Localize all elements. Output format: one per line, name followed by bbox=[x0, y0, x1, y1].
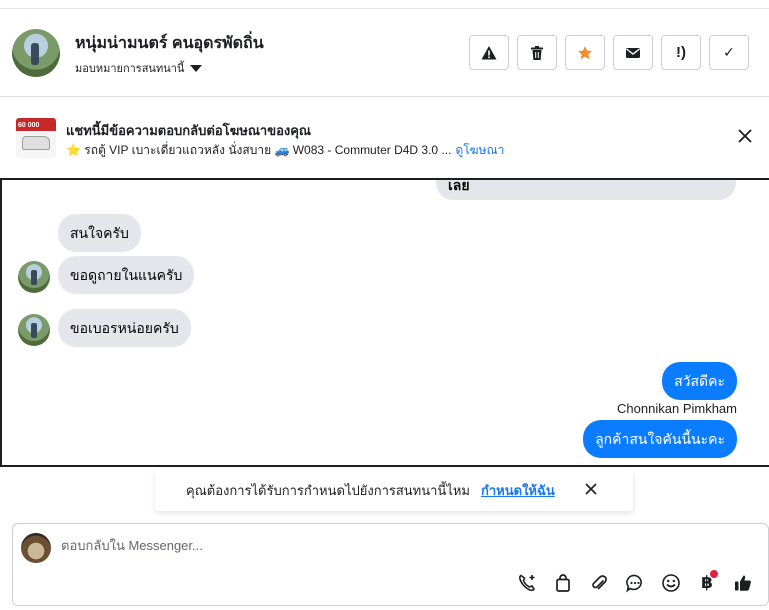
star-button[interactable] bbox=[565, 35, 605, 70]
ad-reply-banner: 60 000 แชทนี้มีข้อความตอบกลับต่อโฆษณาของ… bbox=[0, 98, 769, 176]
assign-prompt: คุณต้องการได้รับการกำหนดไปยังการสนทนานี้… bbox=[155, 469, 633, 511]
saved-replies-button[interactable] bbox=[622, 570, 648, 596]
message-bubble-incoming: ขอดูถายในแนครับ bbox=[58, 256, 195, 294]
mark-unread-button[interactable] bbox=[613, 35, 653, 70]
attachment-icon bbox=[592, 575, 607, 590]
view-ad-link[interactable]: ดูโฆษณา bbox=[455, 143, 504, 157]
ad-description: ⭐ รถตู้ VIP เบาะเดี่ยวแถวหลัง นั่งสบาย 🚙… bbox=[66, 143, 452, 157]
assign-dropdown[interactable]: มอบหมายการสนทนานี้ bbox=[75, 59, 203, 77]
follow-up-icon: !) bbox=[676, 44, 686, 61]
shop-button[interactable] bbox=[550, 570, 576, 596]
delete-button[interactable] bbox=[517, 35, 557, 70]
message-bubble-partial: เลย bbox=[436, 180, 736, 200]
emoji-button[interactable] bbox=[658, 570, 684, 596]
ad-thumbnail[interactable]: 60 000 bbox=[16, 118, 56, 158]
contact-name[interactable]: หนุ่มน่ามนตร์ คนอุดรพัดถิ่น bbox=[75, 31, 264, 56]
van-image bbox=[22, 136, 50, 150]
close-icon[interactable] bbox=[583, 481, 599, 497]
sender-name: Chonnikan Pimkham bbox=[617, 401, 737, 416]
message-thread[interactable]: เลย สนใจครับ ขอดูถายในแนครับ ขอเบอรหน่อย… bbox=[0, 178, 769, 467]
saved-replies-icon bbox=[626, 574, 642, 593]
message-bubble-outgoing: ลูกค้าสนใจคันนี้นะคะ bbox=[583, 420, 737, 458]
contact-avatar-small bbox=[18, 261, 50, 293]
reply-composer: ฿ bbox=[12, 523, 769, 606]
like-button[interactable] bbox=[730, 570, 756, 596]
mail-icon bbox=[626, 47, 640, 58]
check-icon: ✓ bbox=[723, 44, 735, 60]
ad-thumb-price: 60 000 bbox=[18, 122, 40, 129]
contact-avatar-small bbox=[18, 314, 50, 346]
trash-icon bbox=[531, 45, 543, 60]
ad-banner-subtitle: ⭐ รถตู้ VIP เบาะเดี่ยวแถวหลัง นั่งสบาย 🚙… bbox=[66, 141, 504, 160]
notification-dot bbox=[710, 570, 718, 578]
close-icon[interactable] bbox=[737, 128, 753, 144]
page-avatar bbox=[21, 533, 51, 563]
conversation-header: หนุ่มน่ามนตร์ คนอุดรพัดถิ่น มอบหมายการสน… bbox=[0, 9, 769, 97]
emoji-icon bbox=[662, 574, 680, 592]
warning-icon bbox=[481, 45, 497, 59]
contact-avatar[interactable] bbox=[12, 29, 60, 77]
call-button[interactable] bbox=[514, 570, 540, 596]
call-icon bbox=[519, 574, 535, 592]
done-button[interactable]: ✓ bbox=[709, 35, 749, 70]
shopping-bag-icon bbox=[556, 574, 570, 592]
star-icon bbox=[578, 45, 592, 59]
spam-button[interactable] bbox=[469, 35, 509, 70]
assign-label: มอบหมายการสนทนานี้ bbox=[75, 63, 185, 75]
header-toolbar: !) ✓ bbox=[469, 35, 749, 70]
payment-button[interactable]: ฿ bbox=[694, 570, 720, 596]
ad-banner-title: แชทนี้มีข้อความตอบกลับต่อโฆษณาของคุณ bbox=[66, 123, 311, 138]
caret-down-icon bbox=[190, 64, 203, 72]
reply-input[interactable] bbox=[61, 538, 561, 553]
assign-to-me-link[interactable]: กำหนดให้ฉัน bbox=[481, 480, 555, 501]
assign-prompt-text: คุณต้องการได้รับการกำหนดไปยังการสนทนานี้… bbox=[186, 483, 470, 498]
attach-button[interactable] bbox=[586, 570, 612, 596]
message-bubble-incoming: สนใจครับ bbox=[58, 214, 141, 252]
message-bubble-incoming: ขอเบอรหน่อยครับ bbox=[58, 309, 191, 347]
message-bubble-outgoing: สวัสดีคะ bbox=[662, 362, 737, 400]
composer-toolbar: ฿ bbox=[514, 570, 756, 596]
like-icon bbox=[735, 575, 751, 591]
follow-up-button[interactable]: !) bbox=[661, 35, 701, 70]
